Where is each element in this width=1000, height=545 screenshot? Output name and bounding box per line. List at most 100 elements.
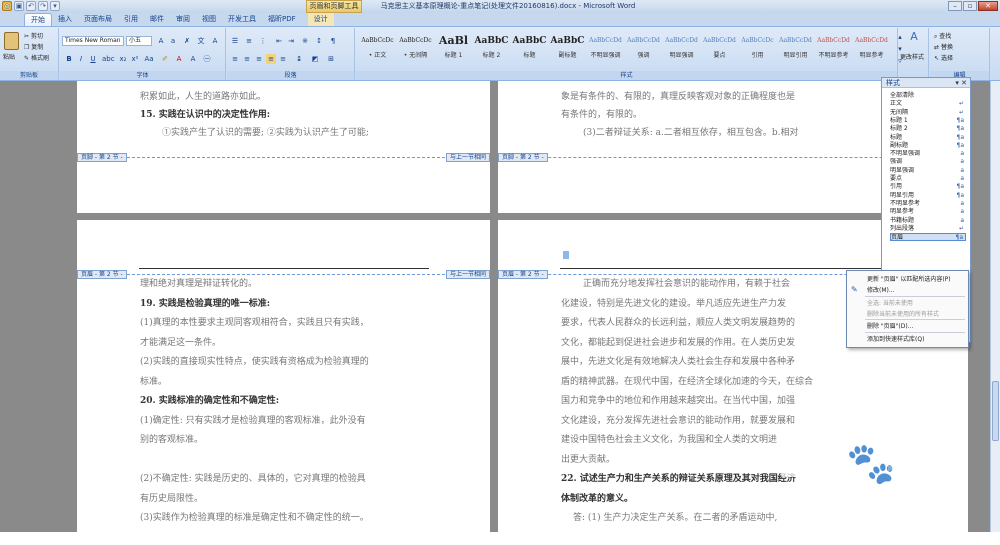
- page-top-left[interactable]: 积累如此，人生的道路亦如此。 15. 实践在认识中的决定性作用: ①实践产生了认识的…: [77, 81, 490, 213]
- redo-icon[interactable]: ↷: [38, 1, 48, 11]
- scrollbar-thumb[interactable]: [992, 381, 999, 441]
- tab-developer[interactable]: 开发工具: [222, 13, 262, 26]
- align-center-icon[interactable]: ≡: [242, 54, 252, 64]
- style-list-item[interactable]: 标题 2 ¶a: [890, 125, 966, 133]
- style-list-item[interactable]: 页眉 ¶a: [890, 233, 966, 242]
- superscript-icon[interactable]: x²: [130, 54, 140, 64]
- style-list-item[interactable]: 要点 a: [890, 175, 966, 183]
- decrease-indent-icon[interactable]: ⇤: [274, 36, 284, 46]
- cut-button[interactable]: ✂ 剪切: [24, 31, 43, 40]
- line-spacing-icon[interactable]: ↨: [294, 54, 304, 64]
- tab-design[interactable]: 设计: [307, 13, 334, 26]
- style-list-item[interactable]: 不明显强调 a: [890, 150, 966, 158]
- style-tile[interactable]: AaBl 标题 1: [435, 30, 472, 66]
- distributed-icon[interactable]: ≡: [278, 54, 288, 64]
- chinese-layout-icon[interactable]: ※: [300, 36, 310, 46]
- clear-format-icon[interactable]: ✗: [182, 36, 192, 46]
- borders-icon[interactable]: ⊞: [326, 54, 336, 64]
- paste-icon[interactable]: [4, 32, 19, 50]
- style-tile[interactable]: AaBbCcDc • 无间隔: [397, 30, 434, 66]
- page-bottom-left[interactable]: 理和绝对真理是辩证转化的。 19. 实践是检验真理的唯一标准: (1)真理的本性要求…: [77, 220, 490, 540]
- select-button[interactable]: ↖ 选择: [934, 53, 953, 62]
- bold-icon[interactable]: B: [64, 54, 74, 64]
- find-button[interactable]: ⌕ 查找: [934, 31, 951, 41]
- section-tag[interactable]: 页眉 - 第 2 节 -: [77, 270, 127, 279]
- style-tile[interactable]: AaBbC 标题: [511, 30, 548, 66]
- save-icon[interactable]: ▣: [14, 1, 24, 11]
- style-list-item[interactable]: 正文 ↵: [890, 100, 966, 108]
- tab-mailings[interactable]: 邮件: [144, 13, 170, 26]
- style-list-item[interactable]: 引用 ¶a: [890, 183, 966, 191]
- tab-references[interactable]: 引用: [118, 13, 144, 26]
- tab-foxit-pdf[interactable]: 福昕PDF: [262, 13, 302, 26]
- change-styles-label[interactable]: 更改样式: [900, 52, 924, 61]
- font-color-icon[interactable]: A: [174, 54, 184, 64]
- customize-qat-icon[interactable]: ▾: [50, 1, 60, 11]
- replace-button[interactable]: ⇄ 替换: [934, 42, 953, 51]
- grow-font-icon[interactable]: A: [156, 36, 166, 46]
- underline-icon[interactable]: U: [88, 54, 98, 64]
- style-tile[interactable]: AaBbCcDd 不明显强调: [587, 30, 624, 66]
- increase-indent-icon[interactable]: ⇥: [286, 36, 296, 46]
- paste-button-label[interactable]: 粘贴: [3, 52, 15, 61]
- style-list-item[interactable]: 无间隔 ↵: [890, 109, 966, 117]
- phonetic-icon[interactable]: 文: [196, 36, 206, 46]
- align-right-icon[interactable]: ≡: [254, 54, 264, 64]
- show-marks-icon[interactable]: ¶: [328, 36, 338, 46]
- style-tile[interactable]: AaBbCcDd 明显参考: [853, 30, 890, 66]
- style-list-item[interactable]: 全部清除: [890, 92, 966, 100]
- style-tile[interactable]: AaBbCcDc 引用: [739, 30, 776, 66]
- style-tile[interactable]: AaBbC 标题 2: [473, 30, 510, 66]
- style-list-item[interactable]: 副标题 ¶a: [890, 142, 966, 150]
- style-list-item[interactable]: 标题 ¶a: [890, 134, 966, 142]
- tab-review[interactable]: 审阅: [170, 13, 196, 26]
- tab-home[interactable]: 开始: [24, 13, 52, 26]
- sort-icon[interactable]: ↕: [314, 36, 324, 46]
- subscript-icon[interactable]: x₂: [118, 54, 128, 64]
- char-border-icon[interactable]: A: [210, 36, 220, 46]
- style-tile[interactable]: AaBbCcDd 不明显参考: [815, 30, 852, 66]
- highlight-icon[interactable]: ✐: [160, 54, 170, 64]
- close-button[interactable]: ✕: [978, 1, 998, 11]
- shrink-font-icon[interactable]: a: [168, 36, 178, 46]
- undo-icon[interactable]: ↶: [26, 1, 36, 11]
- copy-button[interactable]: ❐ 复制: [24, 42, 43, 51]
- style-list-item[interactable]: 明显参考 a: [890, 208, 966, 216]
- style-list-item[interactable]: 强调 a: [890, 158, 966, 166]
- numbering-icon[interactable]: ≡: [244, 36, 254, 46]
- format-painter-button[interactable]: ✎ 格式刷: [24, 53, 49, 62]
- change-case-icon[interactable]: Aa: [144, 54, 154, 64]
- align-left-icon[interactable]: ≡: [230, 54, 240, 64]
- italic-icon[interactable]: I: [76, 54, 86, 64]
- char-shading-icon[interactable]: A: [188, 54, 198, 64]
- section-tag[interactable]: 页眉 - 第 2 节 -: [498, 270, 548, 279]
- change-styles-icon[interactable]: A: [907, 31, 921, 46]
- font-size-box[interactable]: 小五: [126, 36, 152, 46]
- style-tile[interactable]: AaBbCcDd 要点: [701, 30, 738, 66]
- section-tag[interactable]: 页脚 - 第 2 节 -: [498, 153, 548, 162]
- style-list-item[interactable]: 明显强调 a: [890, 167, 966, 175]
- font-name-box[interactable]: Times New Roman: [62, 36, 124, 46]
- office-button[interactable]: ◎: [2, 1, 12, 11]
- context-menu-item[interactable]: 更新 "页眉" 以匹配所选内容(P): [847, 275, 968, 284]
- style-list-item[interactable]: 标题 1 ¶a: [890, 117, 966, 125]
- vertical-scrollbar[interactable]: [990, 81, 1000, 532]
- style-list-item[interactable]: 明显引用 ¶a: [890, 192, 966, 200]
- section-tag[interactable]: 页脚 - 第 2 节 -: [77, 153, 127, 162]
- style-list-item[interactable]: 不明显参考 a: [890, 200, 966, 208]
- tab-insert[interactable]: 插入: [52, 13, 78, 26]
- close-icon[interactable]: ▾ ✕: [955, 78, 967, 88]
- shading-icon[interactable]: ◩: [310, 54, 320, 64]
- style-tile[interactable]: AaBbCcDd 明显强调: [663, 30, 700, 66]
- strikethrough-icon[interactable]: abc: [102, 54, 115, 64]
- context-menu-item[interactable]: 添加到快速样式库(Q): [847, 335, 968, 344]
- tab-view[interactable]: 视图: [196, 13, 222, 26]
- enclose-char-icon[interactable]: ㊀: [202, 54, 212, 64]
- bullets-icon[interactable]: ☰: [230, 36, 240, 46]
- justify-icon[interactable]: ≡: [266, 54, 276, 64]
- style-list-item[interactable]: 列出段落 ↵: [890, 225, 966, 233]
- style-tile[interactable]: AaBbC 副标题: [549, 30, 586, 66]
- tab-page-layout[interactable]: 页面布局: [78, 13, 118, 26]
- style-tile[interactable]: AaBbCcDc • 正文: [359, 30, 396, 66]
- minimize-button[interactable]: –: [948, 1, 962, 11]
